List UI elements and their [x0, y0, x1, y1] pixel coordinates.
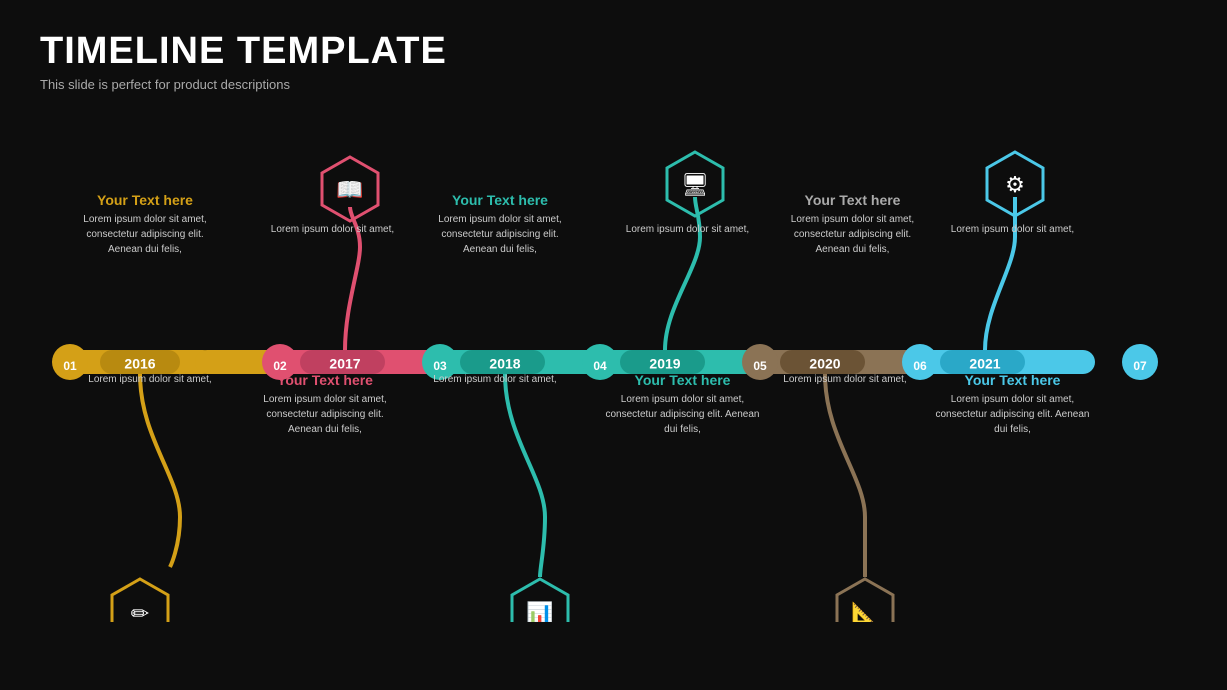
item-06-bottom-text: Your Text here Lorem ipsum dolor sit ame…: [935, 372, 1090, 437]
svg-text:⚙: ⚙: [1005, 172, 1025, 197]
svg-text:🖥: 🖥: [681, 172, 709, 197]
svg-text:✏: ✏: [131, 601, 150, 622]
item-04-bottom-text: Your Text here Lorem ipsum dolor sit ame…: [605, 372, 760, 437]
item-01-bottom-text: Lorem ipsum dolor sit amet,: [85, 372, 215, 387]
svg-text:07: 07: [1133, 359, 1147, 373]
svg-text:📐: 📐: [851, 601, 878, 622]
timeline-svg: 01 2016 02 2017 03 2018 04: [40, 102, 1187, 622]
svg-text:2017: 2017: [329, 356, 360, 372]
item-02-top-text: Lorem ipsum dolor sit amet,: [260, 222, 405, 237]
svg-text:2021: 2021: [969, 356, 1000, 372]
timeline-area: 01 2016 02 2017 03 2018 04: [40, 102, 1187, 622]
item-05-top-text: Your Text here Lorem ipsum dolor sit ame…: [780, 192, 925, 257]
svg-text:01: 01: [63, 359, 77, 373]
slide: TIMELINE TEMPLATE This slide is perfect …: [0, 0, 1227, 690]
item-03-bottom-text: Lorem ipsum dolor sit amet,: [430, 372, 560, 387]
item-06-top-text: Lorem ipsum dolor sit amet,: [940, 222, 1085, 237]
item-03-top-text: Your Text here Lorem ipsum dolor sit ame…: [425, 192, 575, 257]
subtitle: This slide is perfect for product descri…: [40, 77, 1187, 92]
item-05-bottom-text: Lorem ipsum dolor sit amet,: [780, 372, 910, 387]
svg-text:2018: 2018: [489, 356, 520, 372]
svg-text:2019: 2019: [649, 356, 680, 372]
svg-text:2020: 2020: [809, 356, 840, 372]
svg-text:📖: 📖: [336, 177, 363, 202]
svg-text:📊: 📊: [526, 601, 553, 622]
svg-text:2016: 2016: [124, 356, 155, 372]
item-04-top-text: Lorem ipsum dolor sit amet,: [615, 222, 760, 237]
svg-text:06: 06: [913, 359, 927, 373]
item-01-top-text: Your Text here Lorem ipsum dolor sit ame…: [70, 192, 220, 257]
header: TIMELINE TEMPLATE This slide is perfect …: [40, 30, 1187, 92]
main-title: TIMELINE TEMPLATE: [40, 30, 1187, 73]
item-02-bottom-text: Your Text here Lorem ipsum dolor sit ame…: [250, 372, 400, 437]
